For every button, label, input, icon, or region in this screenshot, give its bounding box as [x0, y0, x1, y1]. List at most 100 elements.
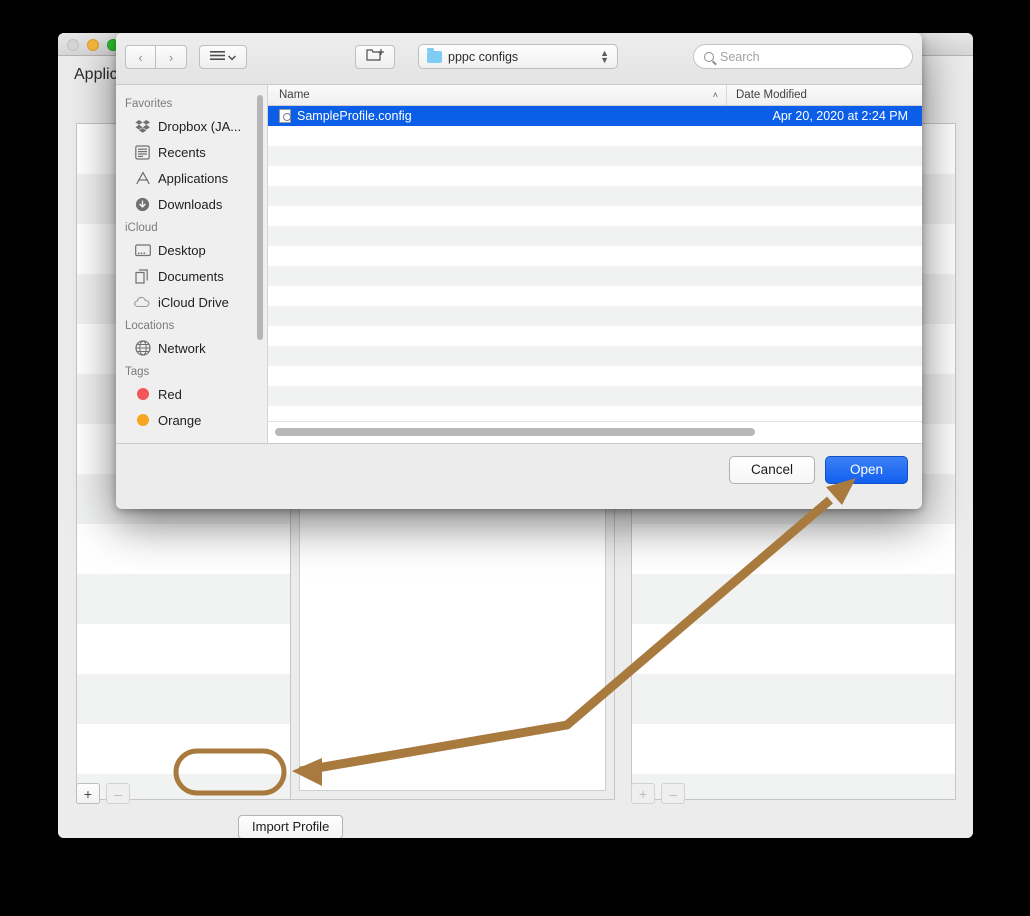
sidebar-group-icloud: iCloud	[125, 222, 158, 234]
sidebar-item-label: Orange	[158, 412, 202, 428]
sidebar-item-tag-red[interactable]: Red	[116, 381, 267, 407]
sidebar-group-locations: Locations	[125, 320, 175, 332]
forward-icon[interactable]: ›	[156, 45, 187, 69]
table-row[interactable]: SampleProfile.config Apr 20, 2020 at 2:2…	[268, 106, 922, 126]
dialog-toolbar: ‹ › pppc configs ▲ ▼ Search	[116, 33, 922, 85]
sidebar-scrollbar[interactable]	[257, 95, 263, 340]
table-row[interactable]	[268, 406, 922, 421]
icloud-drive-icon	[134, 294, 151, 311]
sidebar-item-recents[interactable]: Recents	[116, 139, 267, 165]
table-row[interactable]	[268, 326, 922, 346]
back-icon[interactable]: ‹	[125, 45, 156, 69]
horizontal-scrollbar-thumb[interactable]	[275, 428, 755, 436]
folder-icon	[427, 47, 442, 63]
recents-icon	[134, 144, 151, 161]
dialog-sidebar: Favorites Dropbox (JA... Recents Applica…	[116, 85, 268, 443]
sidebar-item-label: Dropbox (JA...	[158, 118, 242, 134]
table-row[interactable]	[268, 386, 922, 406]
sidebar-group-tags: Tags	[125, 366, 150, 378]
search-input[interactable]: Search	[693, 44, 913, 69]
file-list: Name ˄ Date Modified SampleProfile.confi…	[268, 85, 922, 443]
sidebar-item-label: Desktop	[158, 242, 206, 258]
sidebar-item-icloud-drive[interactable]: iCloud Drive	[116, 289, 267, 315]
sidebar-item-applications[interactable]: Applications	[116, 165, 267, 191]
remove-identifier-button[interactable]: –	[661, 783, 685, 804]
list-item[interactable]	[632, 624, 955, 674]
horizontal-scrollbar[interactable]	[268, 421, 922, 443]
list-item[interactable]	[632, 674, 955, 724]
file-list-header: Name ˄ Date Modified	[268, 85, 922, 106]
config-document-icon	[279, 109, 291, 123]
table-row[interactable]	[268, 346, 922, 366]
screenshot-root: Privacy Preferences Policy Control Utili…	[0, 0, 1030, 916]
chevron-down-icon	[228, 48, 236, 66]
column-header-name[interactable]: Name ˄	[268, 85, 727, 105]
table-row[interactable]	[268, 366, 922, 386]
downloads-icon	[134, 196, 151, 213]
remove-application-button[interactable]: –	[106, 783, 130, 804]
sidebar-item-label: Recents	[158, 144, 206, 160]
current-folder-popup[interactable]: pppc configs ▲ ▼	[418, 44, 618, 69]
add-identifier-button[interactable]: +	[631, 783, 655, 804]
sidebar-item-label: Documents	[158, 268, 224, 284]
column-header-date-modified[interactable]: Date Modified	[727, 85, 922, 105]
list-item[interactable]	[77, 674, 293, 724]
cancel-button[interactable]: Cancel	[728, 456, 815, 484]
applications-icon	[134, 170, 151, 187]
sidebar-item-network[interactable]: Network	[116, 335, 267, 361]
import-profile-button[interactable]: Import Profile	[238, 815, 344, 838]
dialog-footer: Cancel Open	[116, 443, 922, 508]
tag-dot-icon	[134, 412, 151, 429]
list-item[interactable]	[77, 724, 293, 774]
search-placeholder: Search	[720, 49, 760, 64]
column-header-date-label: Date Modified	[736, 89, 807, 101]
list-item[interactable]	[77, 574, 293, 624]
sidebar-group-favorites: Favorites	[125, 98, 173, 110]
table-row[interactable]	[268, 226, 922, 246]
sidebar-item-dropbox[interactable]: Dropbox (JA...	[116, 113, 267, 139]
stepper-icon: ▲▼	[600, 47, 609, 65]
tag-dot-icon	[134, 386, 151, 403]
sort-ascending-icon: ˄	[712, 90, 718, 100]
sidebar-item-desktop[interactable]: Desktop	[116, 237, 267, 263]
list-item[interactable]	[77, 624, 293, 674]
sidebar-item-label: Downloads	[158, 196, 223, 212]
table-row[interactable]	[268, 306, 922, 326]
add-application-button[interactable]: +	[76, 783, 100, 804]
table-row[interactable]	[268, 146, 922, 166]
sidebar-item-label: Red	[158, 386, 182, 402]
network-icon	[134, 340, 151, 357]
view-options-button[interactable]	[199, 45, 247, 69]
dialog-main: Favorites Dropbox (JA... Recents Applica…	[116, 85, 922, 443]
table-row[interactable]	[268, 206, 922, 226]
table-row[interactable]	[268, 246, 922, 266]
sidebar-item-documents[interactable]: Documents	[116, 263, 267, 289]
column-header-name-label: Name	[279, 89, 310, 101]
sidebar-item-label: Applications	[158, 170, 229, 186]
sidebar-item-downloads[interactable]: Downloads	[116, 191, 267, 217]
list-item[interactable]	[632, 574, 955, 624]
dropbox-icon	[134, 118, 151, 135]
sidebar-item-label: Network	[158, 340, 206, 356]
search-icon	[704, 51, 714, 62]
file-name-label: SampleProfile.config	[297, 109, 412, 123]
list-view-icon	[210, 48, 225, 66]
table-row[interactable]	[268, 166, 922, 186]
table-row[interactable]	[268, 186, 922, 206]
table-row[interactable]	[268, 286, 922, 306]
table-row[interactable]	[268, 126, 922, 146]
sidebar-item-tag-orange[interactable]: Orange	[116, 407, 267, 433]
left-list-toolbar: + –	[76, 783, 130, 804]
desktop-icon	[134, 242, 151, 259]
list-item[interactable]	[632, 524, 955, 574]
new-folder-button[interactable]	[355, 45, 395, 69]
navigation-buttons: ‹ ›	[125, 45, 187, 69]
open-file-dialog: ‹ › pppc configs ▲ ▼ Search Favorites Dr…	[116, 33, 922, 509]
right-list-toolbar: + –	[631, 783, 685, 804]
list-item[interactable]	[77, 524, 293, 574]
file-name-cell: SampleProfile.config	[268, 109, 727, 123]
table-row[interactable]	[268, 266, 922, 286]
file-list-rows: SampleProfile.config Apr 20, 2020 at 2:2…	[268, 106, 922, 421]
open-button[interactable]: Open	[824, 456, 908, 484]
list-item[interactable]	[632, 724, 955, 774]
